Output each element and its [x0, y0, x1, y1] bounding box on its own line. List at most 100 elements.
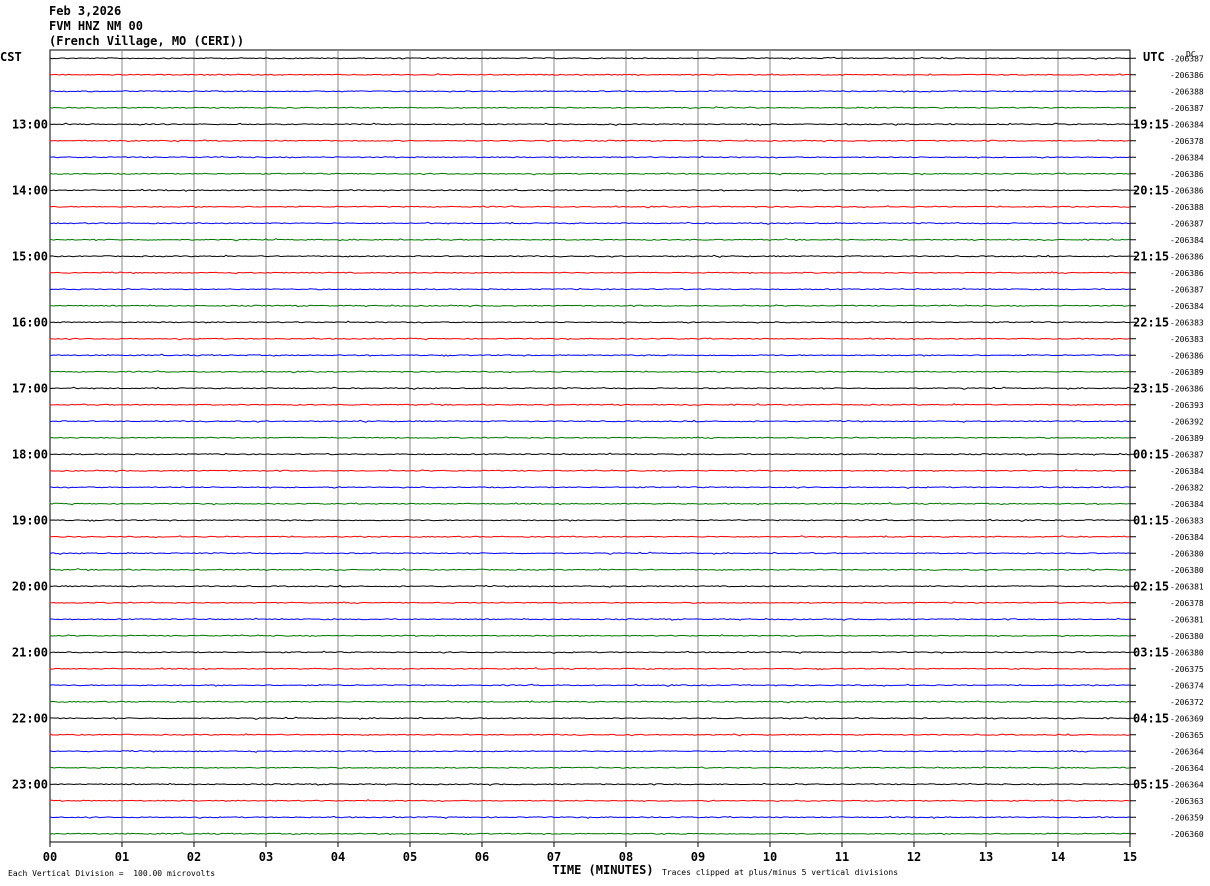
left-timezone-label: CST [0, 50, 22, 64]
trace-line [49, 568, 1131, 572]
dc-offset-label: -206380 [1170, 648, 1204, 657]
trace-line [49, 502, 1131, 506]
dc-offset-label: -206369 [1170, 714, 1204, 723]
trace-line [49, 732, 1131, 737]
trace-line [49, 815, 1131, 819]
dc-offset-label: -206387 [1170, 104, 1204, 113]
trace-line [49, 353, 1131, 357]
dc-offset-label: -206375 [1170, 665, 1204, 674]
dc-offset-label: -206386 [1170, 170, 1204, 179]
x-tick-label: 02 [187, 850, 201, 864]
right-hour-label: 03:15 [1133, 645, 1169, 659]
trace-line [49, 832, 1131, 836]
right-hour-label: 22:15 [1133, 315, 1169, 329]
dc-offset-label: -206378 [1170, 599, 1204, 608]
left-hour-label: 13:00 [12, 117, 48, 131]
clip-note: Traces clipped at plus/minus 5 vertical … [662, 868, 899, 877]
dc-offset-label: -206364 [1170, 764, 1204, 773]
x-tick-label: 11 [835, 850, 849, 864]
trace-line [49, 254, 1131, 258]
right-hour-label: 05:15 [1133, 777, 1169, 791]
trace-line [49, 766, 1131, 769]
x-tick-label: 12 [907, 850, 921, 864]
trace-line [49, 799, 1131, 803]
trace-line [49, 617, 1131, 621]
trace-line [50, 73, 1131, 77]
dc-offset-label: -206387 [1170, 285, 1204, 294]
trace-line [49, 337, 1131, 341]
x-axis-title: TIME (MINUTES) [552, 863, 653, 877]
trace-line [49, 238, 1131, 242]
trace-line [49, 155, 1131, 159]
x-tick-label: 01 [115, 850, 129, 864]
trace-line [49, 370, 1131, 374]
trace-line [49, 749, 1131, 753]
dc-offset-label: -206363 [1170, 797, 1204, 806]
plot-frame [49, 49, 1131, 843]
dc-offset-label: -206378 [1170, 137, 1204, 146]
trace-line [49, 700, 1131, 704]
x-tick-label: 04 [331, 850, 345, 864]
trace-line [49, 403, 1130, 407]
left-hour-label: 21:00 [12, 645, 48, 659]
x-tick-label: 00 [43, 850, 57, 864]
right-hour-label: 23:15 [1133, 381, 1169, 395]
trace-line [49, 452, 1131, 456]
dc-offset-label: -206386 [1170, 252, 1204, 261]
trace-line [49, 667, 1131, 671]
dc-offset-label: -206384 [1170, 467, 1204, 476]
dc-offset-label: -206389 [1170, 368, 1204, 377]
dc-offset-label: -206360 [1170, 830, 1204, 839]
trace-line [49, 518, 1131, 522]
left-hour-label: 16:00 [12, 315, 48, 329]
dc-offset-label: -206374 [1170, 681, 1204, 690]
x-tick-label: 10 [763, 850, 777, 864]
dc-offset-label: -206384 [1170, 533, 1204, 542]
trace-line [49, 650, 1131, 654]
dc-offset-label: -206382 [1170, 483, 1204, 492]
trace-line [49, 716, 1131, 720]
trace-line [49, 106, 1131, 110]
left-hour-label: 20:00 [12, 579, 48, 593]
dc-offset-label: -206388 [1170, 203, 1204, 212]
right-timezone-label: UTC [1143, 50, 1165, 64]
dc-offset-label: -206387 [1170, 450, 1204, 459]
trace-line [49, 485, 1131, 489]
dc-offset-label: -206364 [1170, 780, 1204, 789]
right-hour-label: 19:15 [1133, 117, 1169, 131]
trace-line [49, 782, 1130, 786]
left-hour-label: 23:00 [12, 777, 48, 791]
dc-offset-label: -206388 [1170, 87, 1204, 96]
right-hour-label: 00:15 [1133, 447, 1169, 461]
dc-offset-label: -206386 [1170, 269, 1204, 278]
right-hour-label: 01:15 [1133, 513, 1169, 527]
x-tick-label: 06 [475, 850, 489, 864]
right-hour-label: 21:15 [1133, 249, 1169, 263]
dc-offset-label: -206383 [1170, 516, 1204, 525]
dc-offset-label: -206381 [1170, 582, 1204, 591]
left-hour-label: 15:00 [12, 249, 48, 263]
dc-offset-label: -206389 [1170, 434, 1204, 443]
trace-line [49, 172, 1131, 176]
dc-offset-label: -206393 [1170, 401, 1204, 410]
trace-line [49, 205, 1131, 209]
dc-offset-label: -206387 [1170, 219, 1204, 228]
dc-offset-label: -206386 [1170, 351, 1204, 360]
trace-line [49, 56, 1131, 60]
dc-offset-label: -206359 [1170, 813, 1204, 822]
left-hour-label: 22:00 [12, 711, 48, 725]
x-tick-label: 13 [979, 850, 993, 864]
trace-line [49, 304, 1131, 308]
dc-offset-label: -206384 [1170, 302, 1204, 311]
trace-line [49, 122, 1131, 126]
trace-line [49, 683, 1131, 687]
dc-offset-label: -206380 [1170, 632, 1204, 641]
trace-line [49, 634, 1131, 638]
dc-label: DC [1186, 50, 1196, 59]
dc-offset-label: -206384 [1170, 236, 1204, 245]
dc-offset-label: -206365 [1170, 731, 1204, 740]
right-hour-label: 20:15 [1133, 183, 1169, 197]
trace-line [49, 584, 1131, 588]
dc-offset-label: -206383 [1170, 318, 1204, 327]
helicorder-plot: -206387 -206386 -206388 -206387 -206384 -2063… [0, 49, 1204, 877]
